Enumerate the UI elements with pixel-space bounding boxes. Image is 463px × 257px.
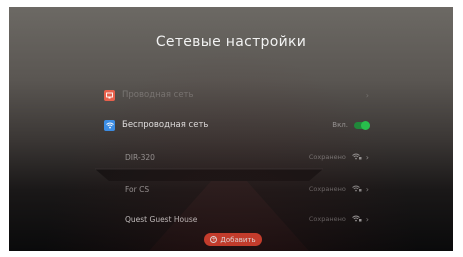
- wired-network-label: Проводная сеть: [122, 90, 194, 100]
- wireless-network-label: Беспроводная сеть: [122, 120, 209, 130]
- tv-screen: Сетевые настройки Проводная сеть › Беспр…: [9, 7, 453, 251]
- wired-network-icon: [104, 89, 115, 101]
- wireless-toggle[interactable]: [354, 120, 370, 130]
- network-ssid: Quest Guest House: [125, 214, 198, 224]
- wired-network-row[interactable]: Проводная сеть ›: [104, 87, 369, 103]
- chevron-right-icon: ›: [365, 90, 369, 100]
- network-status: Сохранено: [308, 215, 346, 223]
- wifi-lock-icon: [352, 215, 362, 224]
- network-status: Сохранено: [308, 153, 346, 161]
- chevron-right-icon: ›: [365, 152, 369, 162]
- chevron-right-icon: ›: [365, 214, 369, 224]
- page-title: Сетевые настройки: [155, 34, 307, 50]
- wifi-icon: [104, 119, 115, 131]
- wifi-lock-icon: [352, 153, 362, 162]
- plus-icon: +: [210, 235, 218, 243]
- chevron-right-icon: ›: [365, 184, 369, 194]
- add-button-label: Добавить: [220, 235, 256, 244]
- network-ssid: DIR-320: [125, 152, 155, 162]
- network-item[interactable]: For CS Сохранено ›: [125, 182, 369, 196]
- network-item[interactable]: Quest Guest House Сохранено ›: [125, 212, 369, 226]
- network-ssid: For CS: [125, 184, 150, 194]
- add-network-button[interactable]: + Добавить: [204, 233, 262, 246]
- wireless-network-row[interactable]: Беспроводная сеть Вкл.: [104, 117, 370, 133]
- network-status: Сохранено: [308, 185, 346, 193]
- wifi-lock-icon: [352, 185, 362, 194]
- network-item[interactable]: DIR-320 Сохранено ›: [125, 150, 369, 164]
- toggle-state-label: Вкл.: [332, 121, 348, 129]
